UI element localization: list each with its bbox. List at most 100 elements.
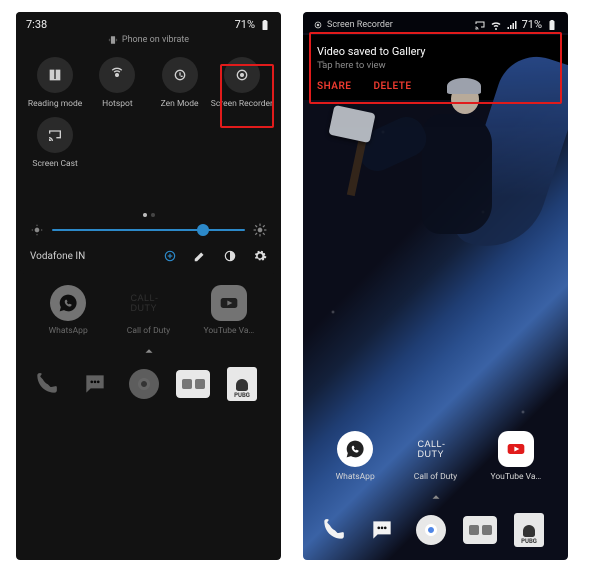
dock: PUBG <box>20 362 277 402</box>
phone-left: 7:38 71% Phone on vibrate Reading mode H… <box>16 12 281 560</box>
status-bar: Screen Recorder 71% <box>303 12 568 33</box>
notification-card[interactable]: Video saved to Gallery Tap here to view … <box>303 35 568 100</box>
app-cod[interactable]: CALL-DUTY Call of Duty <box>397 431 473 482</box>
phone-icon <box>320 517 346 543</box>
dock-messages[interactable] <box>77 366 113 402</box>
battery-icon <box>546 19 558 31</box>
app-row: WhatsApp CALL-DUTY Call of Duty YouTube … <box>20 285 277 336</box>
qs-footer: Vodafone IN <box>16 237 281 267</box>
signal-icon <box>506 19 518 31</box>
qs-tiles-grid: Reading mode Hotspot Zen Mode Screen Rec… <box>16 45 281 171</box>
battery-icon <box>259 19 271 31</box>
chevron-up-icon <box>429 490 443 504</box>
tile-screen-cast[interactable]: Screen Cast <box>24 117 86 169</box>
status-time: 7:38 <box>26 18 47 31</box>
app-whatsapp[interactable]: WhatsApp <box>317 431 393 482</box>
cod-wordmark: CALL-DUTY <box>130 293 166 313</box>
battery-percent: 71% <box>522 18 542 31</box>
pubg-icon: PUBG <box>514 513 544 547</box>
carrier-label: Vodafone IN <box>30 251 85 262</box>
edit-icon[interactable] <box>193 249 207 263</box>
record-icon <box>234 67 250 83</box>
app-cod[interactable]: CALL-DUTY Call of Duty <box>110 285 186 336</box>
battery-percent: 71% <box>235 18 255 31</box>
theme-icon[interactable] <box>223 249 237 263</box>
cast-icon <box>47 127 63 143</box>
notif-subtitle: Tap here to view <box>317 60 554 71</box>
dock-phone[interactable] <box>315 512 351 548</box>
dock-pubg[interactable]: PUBG <box>224 366 260 402</box>
vibrate-status: Phone on vibrate <box>16 35 281 45</box>
tile-label: Hotspot <box>102 99 132 109</box>
slider-thumb[interactable] <box>197 224 209 236</box>
app-drawer-handle[interactable] <box>307 490 564 504</box>
cod-wordmark: CALL-DUTY <box>417 439 453 459</box>
zen-icon <box>172 67 188 83</box>
gallery-icon <box>463 516 497 544</box>
chrome-icon <box>129 369 159 399</box>
messages-icon <box>82 371 108 397</box>
tile-hotspot[interactable]: Hotspot <box>86 57 148 109</box>
dock-gallery[interactable] <box>175 366 211 402</box>
app-label: YouTube Va… <box>204 326 255 336</box>
sun-bright-icon <box>253 223 267 237</box>
gallery-icon <box>176 370 210 398</box>
book-icon <box>47 67 63 83</box>
app-youtube[interactable]: YouTube Va… <box>191 285 267 336</box>
notif-title: Video saved to Gallery <box>317 45 554 58</box>
dock-chrome[interactable] <box>413 512 449 548</box>
app-whatsapp[interactable]: WhatsApp <box>30 285 106 336</box>
tile-label: Zen Mode <box>161 99 199 109</box>
cast-status-icon <box>474 19 486 31</box>
tile-label: Screen Cast <box>32 159 77 169</box>
pubg-icon: PUBG <box>227 367 257 401</box>
vibrate-text: Phone on vibrate <box>122 35 189 45</box>
vibrate-icon <box>108 35 118 45</box>
dock-pubg[interactable]: PUBG <box>511 512 547 548</box>
quick-settings-pane: 7:38 71% Phone on vibrate Reading mode H… <box>16 12 281 277</box>
whatsapp-icon <box>58 293 78 313</box>
tile-label: Reading mode <box>28 99 82 109</box>
sun-dim-icon <box>30 223 44 237</box>
dock-gallery[interactable] <box>462 512 498 548</box>
slider-track[interactable] <box>52 229 245 231</box>
user-icon[interactable] <box>163 249 177 263</box>
app-label: WhatsApp <box>49 326 88 336</box>
brightness-slider[interactable] <box>16 223 281 237</box>
tile-screen-recorder[interactable]: Screen Recorder <box>211 57 273 109</box>
app-label: Call of Duty <box>414 472 457 482</box>
chrome-icon <box>416 515 446 545</box>
home-left: WhatsApp CALL-DUTY Call of Duty YouTube … <box>16 277 281 414</box>
youtube-icon <box>506 439 526 459</box>
phone-right: Screen Recorder 71% Video saved to Galle… <box>303 12 568 560</box>
notif-delete-button[interactable]: DELETE <box>373 81 411 92</box>
gear-icon[interactable] <box>253 249 267 263</box>
dock-chrome[interactable] <box>126 366 162 402</box>
messages-icon <box>369 517 395 543</box>
chevron-up-icon <box>142 344 156 358</box>
status-right-icons: 71% <box>235 18 271 31</box>
app-youtube[interactable]: YouTube Va… <box>478 431 554 482</box>
record-icon <box>313 20 323 30</box>
tile-zen-mode[interactable]: Zen Mode <box>149 57 211 109</box>
whatsapp-icon <box>345 439 365 459</box>
phone-icon <box>33 371 59 397</box>
app-label: Call of Duty <box>127 326 170 336</box>
tile-reading-mode[interactable]: Reading mode <box>24 57 86 109</box>
status-bar: 7:38 71% <box>16 12 281 33</box>
dock-phone[interactable] <box>28 366 64 402</box>
status-notif-text: Screen Recorder <box>327 20 393 30</box>
tile-label: Screen Recorder <box>211 99 273 109</box>
app-row: WhatsApp CALL-DUTY Call of Duty YouTube … <box>307 431 564 482</box>
youtube-icon <box>219 293 239 313</box>
notif-share-button[interactable]: SHARE <box>317 81 351 92</box>
page-indicator <box>16 213 281 217</box>
hotspot-icon <box>109 67 125 83</box>
status-right-icons: 71% <box>474 18 558 31</box>
wifi-icon <box>490 19 502 31</box>
app-drawer-handle[interactable] <box>20 344 277 358</box>
status-notif-chip: Screen Recorder <box>313 20 393 30</box>
app-label: YouTube Va… <box>491 472 542 482</box>
dock-messages[interactable] <box>364 512 400 548</box>
dock: PUBG <box>307 508 564 548</box>
